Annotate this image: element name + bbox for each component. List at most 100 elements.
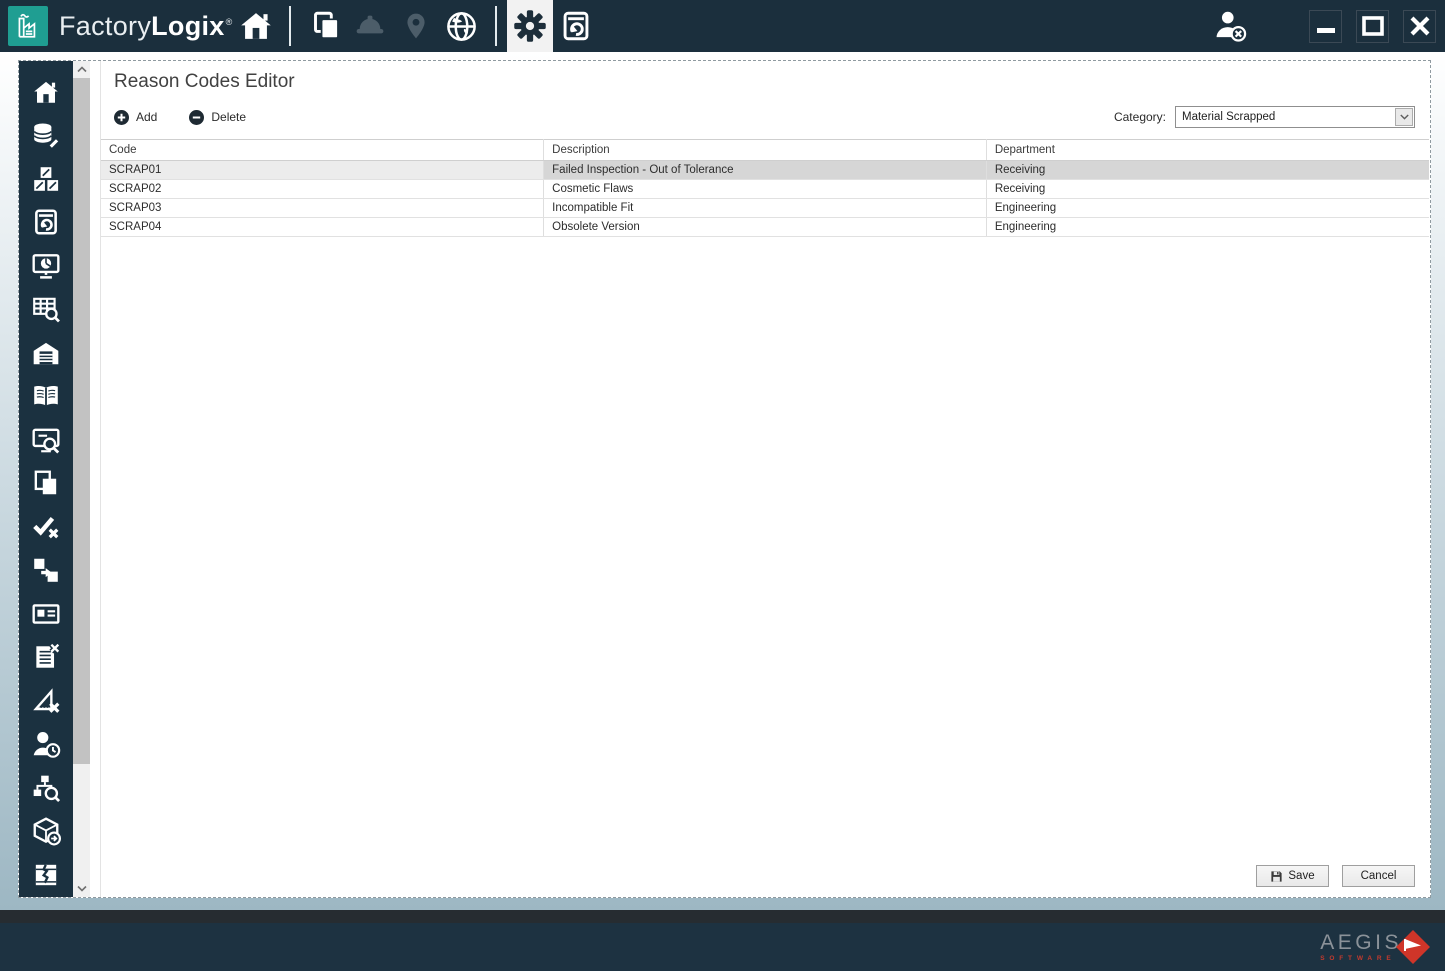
document-history-icon [563, 11, 588, 41]
pallet-boxes-icon [34, 166, 59, 191]
settings-tab-selected[interactable] [506, 0, 553, 52]
layers-button[interactable] [301, 0, 347, 52]
save-floppy-icon [1271, 870, 1282, 882]
cell-code[interactable]: SCRAP04 [101, 217, 545, 237]
ruler-delete-icon [33, 687, 60, 713]
cell-description[interactable]: Incompatible Fit [543, 198, 987, 218]
scroll-up-button[interactable] [73, 61, 90, 78]
scroll-down-button[interactable] [73, 880, 90, 897]
home-icon [240, 13, 271, 39]
table-row[interactable]: SCRAP02 Cosmetic Flaws Receiving [101, 179, 1429, 199]
maximize-button[interactable] [1356, 9, 1389, 43]
sidebar-item-list-delete[interactable] [19, 636, 73, 680]
table-header-row: Code Description Department [101, 139, 1429, 161]
column-header-department[interactable]: Department [986, 139, 1429, 161]
check-x-icon [33, 516, 59, 539]
cell-description[interactable]: Failed Inspection - Out of Tolerance [543, 160, 987, 180]
globe-button[interactable] [439, 0, 485, 52]
cell-code[interactable]: SCRAP03 [101, 198, 545, 218]
content-frame: Reason Codes Editor Add Delete Category:… [0, 52, 1445, 910]
map-pin-icon [406, 13, 425, 39]
sidebar-item-documents[interactable] [19, 462, 73, 506]
cell-code[interactable]: SCRAP02 [101, 179, 545, 199]
sidebar-item-check-x[interactable] [19, 505, 73, 549]
cell-department[interactable]: Receiving [986, 179, 1429, 199]
save-button-label: Save [1288, 870, 1315, 882]
save-button[interactable]: Save [1256, 865, 1329, 887]
sidebar-scrollbar[interactable] [73, 61, 90, 897]
sidebar-item-warehouse[interactable] [19, 331, 73, 375]
aegis-wordmark: AEGIS SOFTWARE [1320, 932, 1402, 962]
settings-gear-icon [513, 10, 546, 42]
dropdown-chevron-button[interactable] [1395, 108, 1413, 126]
home-icon [34, 81, 58, 103]
minimize-button[interactable] [1309, 9, 1342, 43]
category-label: Category: [1113, 110, 1166, 124]
cell-description[interactable]: Cosmetic Flaws [543, 179, 987, 199]
left-sidebar [19, 61, 73, 897]
close-button[interactable] [1403, 9, 1436, 43]
sidebar-item-id-card[interactable] [19, 592, 73, 636]
cell-department[interactable]: Receiving [986, 160, 1429, 180]
chevron-up-icon [76, 66, 87, 73]
sidebar-item-document-history[interactable] [19, 201, 73, 245]
category-control: Category: Material Scrapped [1114, 106, 1415, 128]
sidebar-item-dashboard[interactable] [19, 244, 73, 288]
cancel-button-label: Cancel [1360, 870, 1397, 882]
sidebar-item-package-export[interactable] [19, 810, 73, 854]
top-bar: FactoryLogix® [0, 0, 1445, 52]
cell-code[interactable]: SCRAP01 [101, 160, 545, 180]
damaged-package-icon [35, 864, 57, 885]
footer-bar: AEGIS SOFTWARE [0, 923, 1445, 971]
table-row[interactable]: SCRAP01 Failed Inspection - Out of Tolera… [101, 160, 1429, 180]
close-icon [1410, 16, 1429, 36]
chevron-down-icon [76, 885, 87, 892]
book-icon [34, 386, 58, 406]
cell-department[interactable]: Engineering [986, 217, 1429, 237]
layers-icon [313, 11, 339, 39]
table-row[interactable]: SCRAP04 Obsolete Version Engineering [101, 217, 1429, 237]
column-header-description[interactable]: Description [543, 139, 987, 161]
aegis-software-text: SOFTWARE [1320, 955, 1396, 962]
dashboard-monitor-icon [32, 253, 60, 279]
delete-button[interactable]: Delete [189, 109, 246, 125]
cell-description[interactable]: Obsolete Version [543, 217, 987, 237]
logout-user-button[interactable] [1207, 0, 1253, 52]
content-inner: Reason Codes Editor Add Delete Category:… [18, 60, 1431, 898]
map-pin-button[interactable] [393, 0, 439, 52]
hardhat-icon [356, 15, 383, 34]
topbar-divider [494, 6, 497, 46]
sidebar-item-book[interactable] [19, 375, 73, 419]
sidebar-item-pallet-boxes[interactable] [19, 157, 73, 201]
sidebar-item-damaged-package[interactable] [19, 853, 73, 897]
hardhat-button[interactable] [347, 0, 393, 52]
sidebar-item-home[interactable] [19, 70, 73, 114]
reason-codes-table: Code Description Department SCRAP01 Faile… [101, 139, 1429, 237]
category-selected-value: Material Scrapped [1182, 111, 1276, 123]
sidebar-item-hierarchy-search[interactable] [19, 766, 73, 810]
sidebar-item-ruler-delete[interactable] [19, 679, 73, 723]
action-buttons: Save Cancel [101, 859, 1429, 889]
user-clock-icon [33, 732, 61, 758]
globe-icon [447, 11, 476, 41]
add-button[interactable]: Add [114, 109, 158, 125]
add-button-label: Add [136, 110, 158, 124]
table-row[interactable]: SCRAP03 Incompatible Fit Engineering [101, 198, 1429, 218]
logout-user-icon [1216, 11, 1247, 42]
sidebar-item-table-search[interactable] [19, 288, 73, 332]
scrollbar-thumb[interactable] [73, 78, 90, 764]
column-header-code[interactable]: Code [101, 139, 545, 161]
table-search-icon [33, 298, 60, 323]
cancel-button[interactable]: Cancel [1342, 865, 1415, 887]
sidebar-item-transfer[interactable] [19, 549, 73, 593]
document-history-button[interactable] [553, 0, 599, 52]
home-button[interactable] [233, 0, 279, 52]
transfer-icon [34, 559, 58, 583]
reason-codes-panel: Reason Codes Editor Add Delete Category:… [100, 61, 1430, 897]
cell-department[interactable]: Engineering [986, 198, 1429, 218]
category-dropdown[interactable]: Material Scrapped [1175, 106, 1415, 128]
sidebar-item-user-clock[interactable] [19, 723, 73, 767]
sidebar-item-monitor-search[interactable] [19, 418, 73, 462]
scrollbar-track[interactable] [73, 78, 90, 880]
sidebar-item-database-edit[interactable] [19, 114, 73, 158]
